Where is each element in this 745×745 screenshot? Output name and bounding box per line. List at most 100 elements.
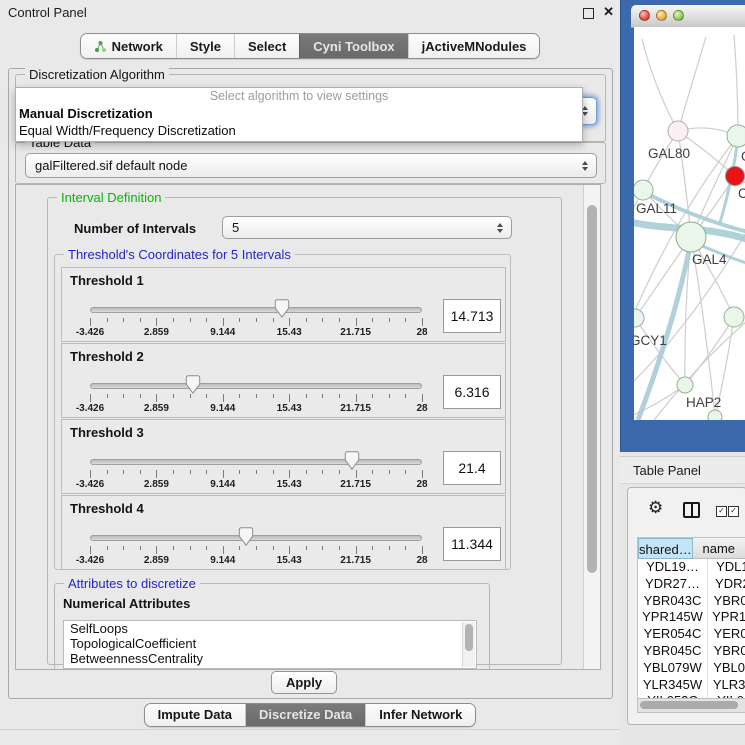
threshold-value-field[interactable] [443, 375, 501, 409]
threshold-slider[interactable]: -3.4262.8599.14415.4321.71528 [90, 268, 422, 341]
table-data-combobox[interactable]: galFiltered.sif default node [25, 153, 597, 178]
tab-network[interactable]: Network [81, 34, 176, 58]
slider-tick [389, 546, 390, 550]
threshold-value-field[interactable] [443, 451, 501, 485]
attribute-list-scrollbar[interactable] [462, 622, 475, 667]
column-header-name[interactable]: name [693, 538, 745, 559]
slider-thumb[interactable] [345, 451, 360, 475]
table-cell[interactable]: YBL079W [708, 660, 745, 677]
table-cell[interactable]: YBR045C [708, 643, 745, 660]
tab-jactivemnodules[interactable]: jActiveMNodules [408, 34, 540, 58]
checkbox-icon[interactable]: ✓ [728, 506, 739, 517]
scrollbar-thumb[interactable] [587, 205, 597, 573]
settings-vertical-scrollbar[interactable] [583, 185, 600, 669]
slider-thumb[interactable] [185, 375, 200, 399]
float-window-icon[interactable] [583, 8, 594, 19]
slider-track[interactable] [90, 383, 422, 389]
attribute-list-item[interactable]: SelfLoops [64, 621, 476, 636]
slider-tick-label: -3.426 [76, 327, 104, 338]
zoom-traffic-light[interactable] [673, 10, 684, 21]
slider-thumb[interactable] [239, 527, 254, 551]
slider-thumb[interactable] [274, 299, 289, 323]
table-horizontal-scrollbar[interactable] [637, 698, 745, 713]
table-cell[interactable]: YBR043C [638, 593, 708, 610]
slider-tick [156, 470, 157, 478]
node-hap2[interactable] [677, 377, 693, 393]
tab-select[interactable]: Select [234, 34, 299, 58]
network-canvas[interactable]: GAL80GACGAL11GAL4GCY1HAHAP2 [634, 27, 745, 420]
threshold-value-field[interactable] [443, 299, 501, 333]
slider-track[interactable] [90, 459, 422, 465]
node-bottom[interactable] [708, 410, 722, 420]
table-cell[interactable]: YBR043C [708, 593, 745, 610]
slider-tick-label: 2.859 [144, 479, 169, 490]
node-gcy1[interactable] [634, 309, 644, 327]
close-traffic-light[interactable] [639, 10, 650, 21]
attribute-list-item[interactable]: TopologicalCoefficient [64, 636, 476, 651]
table-cell[interactable]: YDL19… [638, 559, 708, 576]
columns-icon[interactable] [683, 502, 700, 518]
tab-impute-data[interactable]: Impute Data [145, 704, 245, 726]
table-row[interactable]: YDR27…YDR27… [638, 576, 745, 593]
table-cell[interactable]: YBL079W [638, 660, 708, 677]
network-graph[interactable]: GAL80GACGAL11GAL4GCY1HAHAP2 [634, 27, 745, 420]
close-icon[interactable]: ✕ [603, 4, 614, 20]
table-cell[interactable]: YLR345W [638, 677, 708, 694]
table-row[interactable]: YBR045CYBR045C [638, 643, 745, 660]
node-gal11[interactable] [634, 180, 653, 200]
threshold-slider[interactable]: -3.4262.8599.14415.4321.71528 [90, 496, 422, 569]
tab-infer-network[interactable]: Infer Network [365, 704, 475, 726]
node-gal80[interactable] [668, 121, 688, 141]
network-edge[interactable] [678, 37, 706, 131]
table-cell[interactable]: YER054C [638, 626, 708, 643]
table-cell[interactable]: YPR145W [638, 609, 708, 626]
slider-track[interactable] [90, 535, 422, 541]
table-row[interactable]: YBL079WYBL079W [638, 660, 745, 677]
table-row[interactable]: YER054CYER054C [638, 626, 745, 643]
table-cell[interactable]: YLR345W [708, 677, 745, 694]
attribute-list-item[interactable]: BetweennessCentrality [64, 651, 476, 666]
slider-track[interactable] [90, 307, 422, 313]
threshold-slider[interactable]: -3.4262.8599.14415.4321.71528 [90, 344, 422, 417]
node-selected-red[interactable] [726, 167, 745, 186]
node-gal4[interactable] [676, 222, 706, 252]
table-cell[interactable]: YBR045C [638, 643, 708, 660]
slider-tick [206, 394, 207, 398]
table-row[interactable]: YPR145WYPR145W [638, 609, 745, 626]
scrollbar-thumb[interactable] [640, 701, 738, 709]
table-cell[interactable]: YER054C [708, 626, 745, 643]
threshold-slider[interactable]: -3.4262.8599.14415.4321.71528 [90, 420, 422, 493]
dropdown-option-manual-discretization[interactable]: Manual Discretization [16, 105, 582, 122]
network-edge[interactable] [642, 39, 678, 131]
table-row[interactable]: YBR043CYBR043C [638, 593, 745, 610]
numerical-attributes-list[interactable]: SelfLoopsTopologicalCoefficientBetweenne… [63, 620, 477, 669]
number-of-intervals-combobox[interactable]: 5 [222, 216, 512, 239]
scrollbar-thumb[interactable] [465, 624, 473, 651]
slider-tick [422, 470, 423, 478]
tab-discretize-data[interactable]: Discretize Data [245, 704, 365, 726]
slider-tick [389, 394, 390, 398]
tab-cyni-toolbox[interactable]: Cyni Toolbox [299, 34, 407, 58]
column-header-shared[interactable]: shared… [638, 538, 693, 559]
table-cell[interactable]: YDL19… [708, 559, 745, 576]
table-row[interactable]: YLR345WYLR345W [638, 677, 745, 694]
slider-thumb-glyph [239, 527, 254, 546]
tab-style[interactable]: Style [176, 34, 234, 58]
gear-icon[interactable]: ⚙ [648, 499, 663, 516]
slider-tick [422, 546, 423, 554]
table-row[interactable]: YDL19…YDL19… [638, 559, 745, 576]
number-of-intervals-label: Number of Intervals [74, 221, 196, 236]
slider-tick [239, 394, 240, 398]
table-cell[interactable]: YDR27… [638, 576, 708, 593]
threshold-value-field[interactable] [443, 527, 501, 561]
checkbox-icon[interactable]: ✓ [716, 506, 727, 517]
network-edge[interactable] [734, 35, 738, 136]
node-right-h[interactable] [724, 307, 744, 327]
table-cell[interactable]: YPR145W [708, 609, 745, 626]
network-icon [94, 40, 107, 53]
dropdown-option-equal-width-frequency-discretization[interactable]: Equal Width/Frequency Discretization [16, 122, 582, 139]
table-cell[interactable]: YDR27… [708, 576, 745, 593]
minimize-traffic-light[interactable] [656, 10, 667, 21]
node-upper-right[interactable] [727, 125, 745, 147]
apply-button[interactable]: Apply [271, 671, 337, 694]
